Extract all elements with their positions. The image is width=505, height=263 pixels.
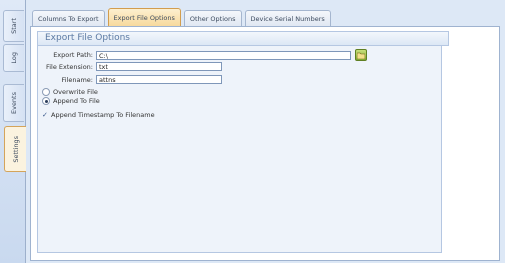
tab-export-file-options[interactable]: Export File Options [107,8,181,27]
file-extension-row: File Extension: txt [38,62,222,71]
export-path-input[interactable]: C:\ [96,50,351,60]
tab-panel: Export File Options Export Path: C:\ Fil… [30,26,500,261]
group-title: Export File Options [37,31,449,46]
append-label: Append To File [53,97,100,105]
settings-area: Columns To Export Export File Options Ot… [26,0,505,263]
tab-device-serial-numbers[interactable]: Device Serial Numbers [244,10,331,27]
filename-label: Filename: [61,75,93,84]
overwrite-radio[interactable] [42,88,50,96]
filename-row: Filename: attns [38,75,222,84]
filename-input[interactable]: attns [96,75,222,84]
side-tab-label: Log [10,52,18,64]
tab-other-options[interactable]: Other Options [183,10,242,27]
export-path-row: Export Path: C:\ [38,49,367,61]
check-icon[interactable]: ✓ [42,111,48,119]
overwrite-label: Overwrite File [53,88,98,96]
timestamp-label: Append Timestamp To Filename [51,111,155,119]
side-tab-strip: Start Log Events Settings [0,0,26,263]
append-radio[interactable] [42,97,50,105]
side-tab-label: Events [10,91,18,114]
side-tab-label: Settings [11,135,20,163]
top-tab-strip: Columns To Export Export File Options Ot… [32,8,331,27]
side-tab-log[interactable]: Log [3,44,24,72]
side-tab-settings[interactable]: Settings [4,126,26,172]
file-extension-input[interactable]: txt [96,62,222,71]
folder-browse-icon[interactable] [355,49,367,61]
side-tab-label: Start [10,18,18,34]
side-tab-events[interactable]: Events [3,84,24,122]
folder-icon [357,52,365,59]
append-option[interactable]: Append To File [42,97,100,105]
overwrite-option[interactable]: Overwrite File [42,88,98,96]
side-tab-start[interactable]: Start [3,10,24,42]
export-options-group: Export Path: C:\ File Extension: txt Fil… [37,46,442,253]
timestamp-option[interactable]: ✓ Append Timestamp To Filename [42,111,155,119]
file-extension-label: File Extension: [45,62,93,71]
tab-columns-to-export[interactable]: Columns To Export [32,10,105,27]
export-path-label: Export Path: [53,51,93,59]
